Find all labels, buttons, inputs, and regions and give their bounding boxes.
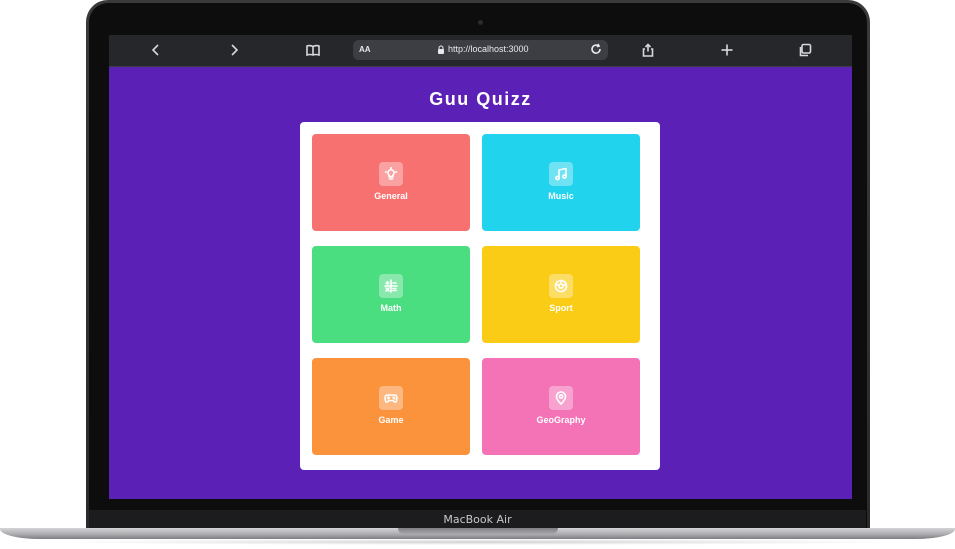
category-label: Music <box>548 191 574 201</box>
device-model-label: MacBook Air <box>443 513 512 526</box>
browser-toolbar: AA http://localhost:3000 <box>109 35 852 67</box>
category-tile-general[interactable]: General <box>312 134 470 231</box>
category-panel: General Music Math Sport Game GeoGraphy <box>300 122 660 470</box>
laptop-mockup: AA http://localhost:3000 Guu Quizz Gener… <box>0 0 955 549</box>
gamepad-icon <box>379 386 403 410</box>
category-tile-music[interactable]: Music <box>482 134 640 231</box>
url-display: http://localhost:3000 <box>437 44 529 54</box>
category-label: GeoGraphy <box>536 415 586 425</box>
base-shadow <box>40 539 915 545</box>
browser-screen: AA http://localhost:3000 Guu Quizz Gener… <box>109 35 852 499</box>
book-icon <box>306 44 320 57</box>
category-label: Game <box>378 415 404 425</box>
screen-bezel: AA http://localhost:3000 Guu Quizz Gener… <box>89 3 867 528</box>
category-tile-sport[interactable]: Sport <box>482 246 640 343</box>
tabs-overview-button[interactable] <box>796 41 814 59</box>
map-pin-icon <box>549 386 573 410</box>
share-button[interactable] <box>639 41 657 59</box>
text-size-button[interactable]: AA <box>359 45 371 54</box>
tabs-icon <box>799 43 812 57</box>
music-note-icon <box>549 162 573 186</box>
bookmarks-button[interactable] <box>304 41 322 59</box>
laptop-notch <box>398 528 558 534</box>
plus-icon <box>721 44 733 56</box>
category-label: General <box>374 191 408 201</box>
category-tile-game[interactable]: Game <box>312 358 470 455</box>
math-symbols-icon <box>379 274 403 298</box>
ball-icon <box>549 274 573 298</box>
address-bar[interactable]: AA http://localhost:3000 <box>353 40 608 60</box>
category-label: Sport <box>549 303 573 313</box>
url-text: http://localhost:3000 <box>448 44 529 54</box>
laptop-lid: AA http://localhost:3000 Guu Quizz Gener… <box>86 0 870 528</box>
lightbulb-icon <box>379 162 403 186</box>
lock-icon <box>438 45 444 54</box>
reload-icon <box>591 43 601 54</box>
camera <box>478 20 483 25</box>
forward-icon <box>231 44 239 56</box>
category-label: Math <box>380 303 402 313</box>
forward-button[interactable] <box>225 41 243 59</box>
page-title: Guu Quizz <box>429 89 532 109</box>
new-tab-button[interactable] <box>718 41 736 59</box>
category-tile-math[interactable]: Math <box>312 246 470 343</box>
category-tile-geography[interactable]: GeoGraphy <box>482 358 640 455</box>
share-icon <box>642 43 654 57</box>
back-icon <box>151 44 159 56</box>
back-button[interactable] <box>147 41 165 59</box>
reload-button[interactable] <box>590 43 604 57</box>
